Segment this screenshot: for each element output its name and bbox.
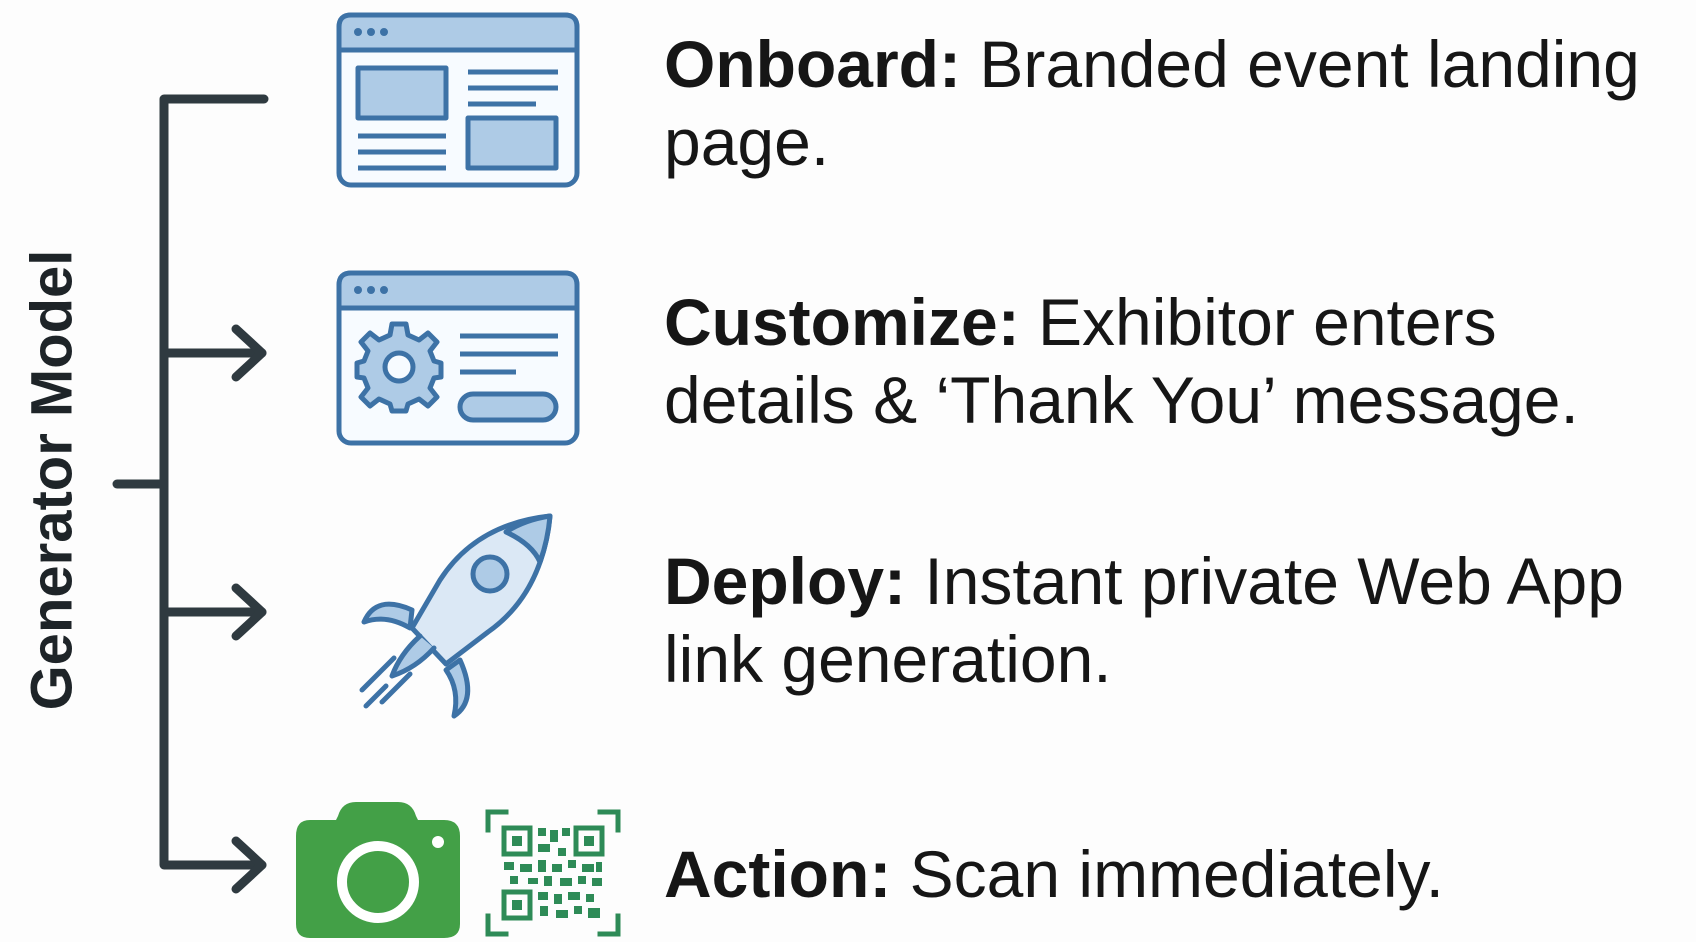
step-action-term: Action: [664,837,892,911]
settings-form-icon [336,270,580,446]
step-deploy-text: Deploy: Instant private Web App link gen… [664,542,1684,698]
step-onboard-text: Onboard: Branded event landing page. [664,25,1684,181]
step-customize-text: Customize: Exhibitor enters details & ‘T… [664,283,1684,439]
step-action-text: Action: Scan immediately. [664,835,1684,913]
connector-trunk [159,94,269,870]
step-customize-term: Customize: [664,285,1020,359]
rocket-icon [359,513,553,719]
landing-page-icon [336,12,580,188]
qr-code-icon [485,809,621,937]
camera-icon [296,802,460,938]
step-action-desc: Scan immediately. [909,837,1444,911]
step-onboard-term: Onboard: [664,27,961,101]
step-deploy-term: Deploy: [664,544,907,618]
generator-model-label: Generator Model [19,249,85,711]
